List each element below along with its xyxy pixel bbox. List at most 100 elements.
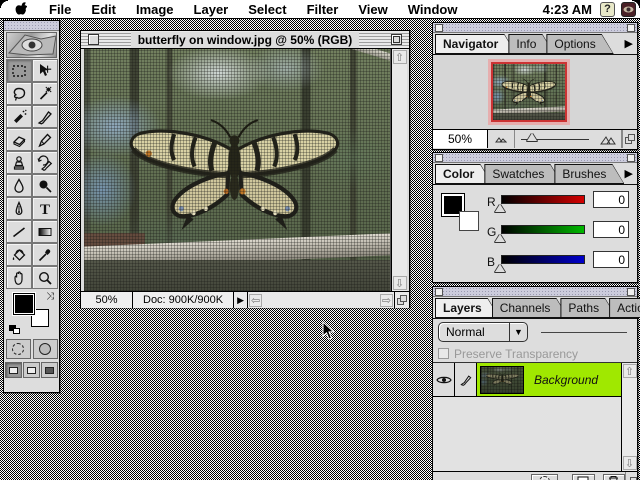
new-layer-button[interactable]	[572, 474, 594, 480]
tab-brushes[interactable]: Brushes	[554, 164, 624, 184]
scroll-up-arrow[interactable]: ⇧	[623, 364, 637, 378]
tool-type[interactable]: T	[32, 197, 58, 220]
toolbox-titlebar[interactable]	[4, 21, 59, 31]
tool-eyedropper[interactable]	[32, 243, 58, 266]
delete-layer-button[interactable]	[603, 474, 625, 480]
tool-pencil[interactable]	[32, 128, 58, 151]
menu-filter[interactable]: Filter	[297, 0, 349, 19]
tool-line[interactable]	[6, 220, 32, 243]
blue-value-field[interactable]: 0	[593, 251, 629, 268]
tool-rubber-stamp[interactable]	[6, 151, 32, 174]
layers-scrollbar[interactable]: ⇧ ⇩	[621, 363, 637, 471]
palette-close-box[interactable]	[435, 154, 443, 162]
tool-airbrush[interactable]	[6, 105, 32, 128]
tool-blur[interactable]	[6, 174, 32, 197]
palette-close-box[interactable]	[435, 24, 443, 32]
help-menu-icon[interactable]: ?	[600, 2, 615, 17]
red-slider[interactable]	[501, 195, 585, 204]
canvas-area[interactable]	[84, 49, 391, 291]
palette-collapse-box[interactable]	[627, 24, 635, 32]
zoom-percent-field[interactable]: 50%	[81, 292, 133, 308]
scroll-up-arrow[interactable]: ⇧	[393, 50, 407, 64]
window-resize-grip[interactable]	[394, 292, 409, 308]
palette-resize-grip[interactable]	[622, 130, 637, 148]
tool-zoom[interactable]	[32, 266, 58, 289]
tab-navigator[interactable]: Navigator	[435, 34, 516, 54]
menu-image[interactable]: Image	[126, 0, 184, 19]
standard-mode-button[interactable]	[6, 339, 31, 359]
tool-eraser[interactable]	[6, 128, 32, 151]
menu-file[interactable]: File	[39, 0, 81, 19]
green-value-field[interactable]: 0	[593, 221, 629, 238]
navigator-thumbnail[interactable]	[491, 62, 567, 122]
tool-lasso[interactable]	[6, 82, 32, 105]
slider-thumb[interactable]	[527, 133, 537, 141]
tab-actions[interactable]: Actions	[609, 298, 640, 318]
navigator-zoom-slider[interactable]	[515, 130, 595, 148]
navigator-titlebar[interactable]	[433, 23, 637, 33]
layer-row-background[interactable]: Background	[433, 363, 621, 397]
layer-name[interactable]: Background	[524, 363, 621, 396]
scroll-left-arrow[interactable]: ⇦	[249, 294, 262, 307]
tool-paint-bucket[interactable]	[6, 243, 32, 266]
green-slider[interactable]	[501, 225, 585, 234]
foreground-color-swatch[interactable]	[13, 293, 35, 315]
menu-select[interactable]: Select	[238, 0, 296, 19]
tab-channels[interactable]: Channels	[492, 298, 569, 318]
color-titlebar[interactable]	[433, 153, 637, 163]
blue-slider-thumb[interactable]	[495, 264, 505, 272]
layer-selected-area[interactable]: Background	[477, 363, 621, 396]
document-titlebar[interactable]: butterfly on window.jpg @ 50% (RGB)	[81, 31, 409, 49]
menu-layer[interactable]: Layer	[184, 0, 239, 19]
menu-clock[interactable]: 4:23 AM	[543, 2, 594, 17]
layer-visibility-toggle[interactable]	[433, 363, 455, 396]
swap-colors-icon[interactable]: ⤨	[46, 291, 54, 302]
tab-swatches[interactable]: Swatches	[484, 164, 562, 184]
menu-view[interactable]: View	[348, 0, 397, 19]
fullscreen-mode-button[interactable]	[41, 362, 58, 378]
zoom-out-button[interactable]	[488, 130, 515, 148]
blend-mode-select[interactable]: Normal ▼	[438, 322, 528, 342]
palette-resize-grip[interactable]	[625, 472, 637, 480]
preserve-transparency-checkbox[interactable]	[438, 348, 449, 359]
layer-thumbnail[interactable]	[480, 366, 524, 394]
palette-collapse-box[interactable]	[627, 288, 635, 296]
tool-gradient[interactable]	[32, 220, 58, 243]
palette-collapse-box[interactable]	[627, 154, 635, 162]
green-slider-thumb[interactable]	[495, 234, 505, 242]
add-layer-mask-button[interactable]	[531, 474, 558, 480]
quick-mask-mode-button[interactable]	[33, 339, 58, 359]
vertical-scrollbar[interactable]: ⇧ ⇩	[391, 49, 407, 291]
horizontal-scrollbar[interactable]: ⇦ ⇨	[248, 292, 394, 308]
zoom-in-button[interactable]	[595, 130, 622, 148]
layers-titlebar[interactable]	[433, 287, 637, 297]
tool-pen[interactable]	[6, 197, 32, 220]
tool-move[interactable]	[32, 59, 58, 82]
red-value-field[interactable]: 0	[593, 191, 629, 208]
scroll-right-arrow[interactable]: ⇨	[380, 294, 393, 307]
tool-paintbrush[interactable]	[32, 105, 58, 128]
tool-dodge[interactable]	[32, 174, 58, 197]
menu-edit[interactable]: Edit	[81, 0, 126, 19]
tab-layers[interactable]: Layers	[435, 298, 500, 318]
menu-window[interactable]: Window	[398, 0, 468, 19]
tool-history-brush[interactable]	[32, 151, 58, 174]
zoom-box[interactable]	[391, 34, 402, 45]
fullscreen-menubar-mode-button[interactable]	[23, 362, 40, 378]
tool-hand[interactable]	[6, 266, 32, 289]
status-popup-arrow[interactable]: ▶	[234, 292, 248, 308]
tab-options[interactable]: Options	[546, 34, 613, 54]
palette-menu-arrow[interactable]: ▶	[625, 37, 633, 50]
tool-magic-wand[interactable]	[32, 82, 58, 105]
standard-screen-mode-button[interactable]	[5, 362, 22, 378]
red-slider-thumb[interactable]	[495, 204, 505, 212]
palette-close-box[interactable]	[435, 288, 443, 296]
navigator-zoom-field[interactable]: 50%	[433, 130, 488, 148]
photoshop-logo[interactable]	[6, 32, 57, 58]
palette-menu-arrow[interactable]: ▶	[625, 167, 633, 180]
close-box[interactable]	[88, 34, 99, 45]
scroll-down-arrow[interactable]: ⇩	[393, 276, 407, 290]
default-colors-icon[interactable]	[9, 325, 21, 335]
tool-rectangular-marquee[interactable]	[6, 59, 32, 82]
scroll-down-arrow[interactable]: ⇩	[623, 456, 637, 470]
